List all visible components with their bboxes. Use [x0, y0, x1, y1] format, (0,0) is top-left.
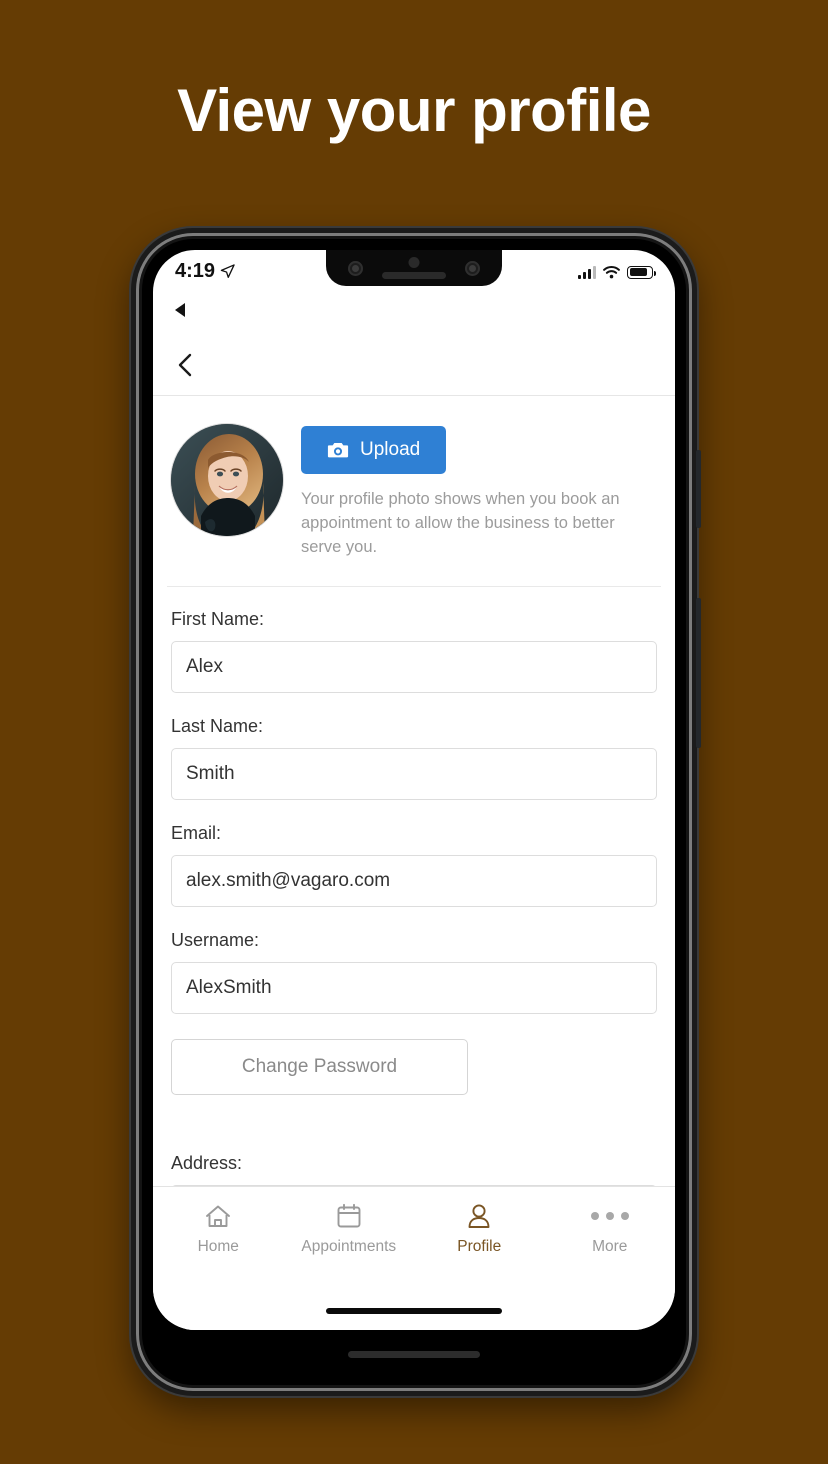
status-bar-time: 4:19: [175, 260, 216, 282]
profile-form: First Name: Last Name: Email: Username:: [167, 587, 661, 1186]
tab-appointments[interactable]: Appointments: [284, 1201, 415, 1256]
status-bar-right: [578, 260, 656, 279]
field-last-name: Last Name:: [171, 716, 657, 823]
last-name-input[interactable]: [171, 747, 657, 800]
upload-button[interactable]: Upload: [301, 426, 447, 474]
change-password-button[interactable]: Change Password: [171, 1038, 468, 1095]
front-camera-secondary-icon: [465, 261, 480, 276]
username-input[interactable]: [171, 961, 657, 1014]
triangle-left-icon[interactable]: [175, 303, 185, 317]
avatar[interactable]: [171, 424, 283, 536]
field-label-username: Username:: [171, 929, 260, 950]
tab-label-more: More: [592, 1238, 628, 1255]
field-first-name: First Name:: [171, 609, 657, 716]
photo-help-text: Your profile photo shows when you book a…: [301, 490, 620, 556]
calendar-icon: [336, 1201, 362, 1231]
tab-label-home: Home: [197, 1238, 239, 1255]
earpiece-speaker-icon: [382, 272, 446, 279]
field-label-first-name: First Name:: [171, 608, 265, 629]
ellipsis-icon: [590, 1201, 629, 1231]
phone-screen: 4:19 Upload Your profile photo shows whe…: [153, 250, 675, 1330]
status-bar-left: 4:19: [175, 260, 235, 283]
phone-speaker-grille: [348, 1351, 480, 1358]
tab-home[interactable]: Home: [153, 1201, 284, 1256]
home-icon: [204, 1201, 232, 1231]
tab-more[interactable]: More: [545, 1201, 676, 1256]
camera-icon: [327, 442, 349, 458]
home-indicator[interactable]: [326, 1308, 502, 1314]
navigation-bar: [153, 334, 675, 396]
location-arrow-icon: [220, 264, 235, 278]
wifi-icon: [603, 266, 620, 279]
first-name-input[interactable]: [171, 640, 657, 693]
field-label-address: Address:: [171, 1152, 243, 1173]
proximity-sensor-icon: [408, 257, 420, 268]
page-title: View your profile: [177, 77, 651, 144]
profile-photo-section: Upload Your profile photo shows when you…: [167, 396, 661, 587]
phone-button-power[interactable]: [696, 598, 701, 748]
field-email: Email:: [171, 823, 657, 930]
front-camera-icon: [348, 261, 363, 276]
field-username: Username:: [171, 930, 657, 1037]
screenshot-stage: View your profile 4:19 Upload Your profi…: [0, 0, 828, 1464]
profile-content: Upload Your profile photo shows when you…: [153, 396, 675, 1186]
field-label-last-name: Last Name:: [171, 715, 264, 736]
person-icon: [466, 1201, 492, 1231]
tab-label-profile: Profile: [457, 1238, 502, 1255]
tab-profile[interactable]: Profile: [414, 1201, 545, 1256]
field-label-email: Email:: [171, 822, 222, 843]
avatar-image: [171, 424, 283, 536]
phone-notch: [326, 250, 502, 286]
battery-icon: [627, 265, 656, 279]
photo-info: Upload Your profile photo shows when you…: [301, 424, 657, 560]
phone-mockup: 4:19 Upload Your profile photo shows whe…: [131, 228, 701, 1396]
chevron-left-icon[interactable]: [173, 352, 199, 378]
cellular-signal-icon: [578, 265, 596, 279]
phone-button-volume-up[interactable]: [696, 450, 701, 528]
email-input[interactable]: [171, 854, 657, 907]
tab-label-appointments: Appointments: [301, 1238, 397, 1255]
upload-button-label: Upload: [360, 439, 421, 460]
